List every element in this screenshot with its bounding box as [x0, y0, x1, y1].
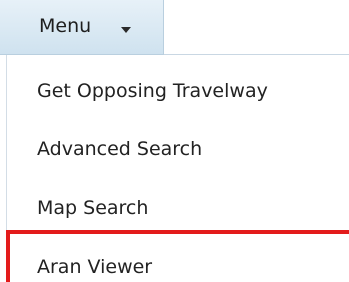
menu-item-get-opposing-travelway[interactable]: Get Opposing Travelway	[37, 79, 268, 103]
menu-item-map-search[interactable]: Map Search	[37, 196, 148, 220]
menu-label: Menu	[39, 15, 92, 37]
chevron-down-icon	[120, 20, 132, 33]
menu-button[interactable]: Menu	[0, 0, 164, 55]
highlight-box	[6, 230, 349, 282]
screen: Menu Get Opposing Travelway Advanced Sea…	[0, 0, 349, 282]
menu-item-advanced-search[interactable]: Advanced Search	[37, 137, 202, 161]
